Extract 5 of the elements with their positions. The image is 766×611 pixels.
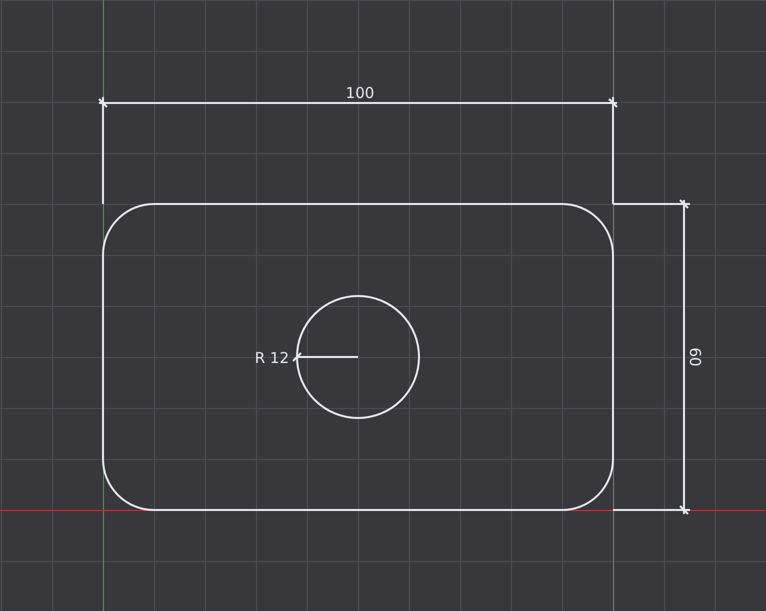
- radius-leader-line: [292, 352, 358, 362]
- cad-canvas[interactable]: 100 60 R 12: [0, 0, 766, 611]
- dimension-label: 60: [686, 347, 704, 367]
- dimension-label: 100: [346, 84, 374, 102]
- dimension-label: R 12: [254, 349, 289, 367]
